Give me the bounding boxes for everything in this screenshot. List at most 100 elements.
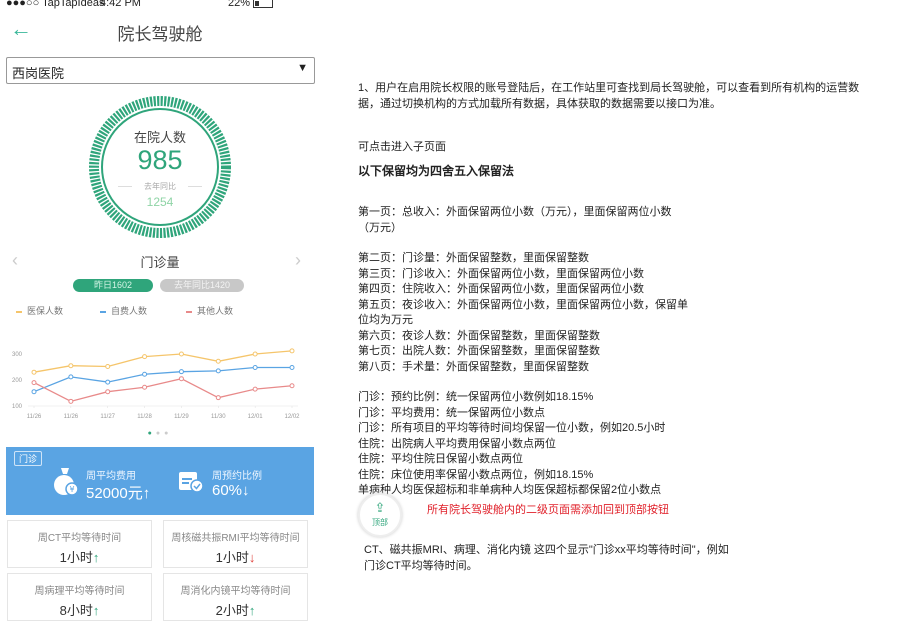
note-clickable: 可点击进入子页面 xyxy=(358,141,446,153)
note-line: 1、用户在启用院长权限的账号登陆后，在工作站里可查找到局长驾驶舱，可以查看到所有… xyxy=(358,82,860,94)
legend-item: 其他人数 xyxy=(186,304,233,317)
data-point xyxy=(215,395,221,401)
note-line: 住院：平均住院日保留小数点两位 xyxy=(358,453,523,465)
data-point xyxy=(252,365,258,371)
data-point xyxy=(105,379,111,385)
notes-pages: 第一页：总收入：外面保留两位小数（万元），里面保留两位小数 （万元） 第二页：门… xyxy=(358,205,688,499)
note-line: 第四页：住院收入：外面保留两位小数，里面保留两位小数 xyxy=(358,283,644,295)
reserve-ratio-label: 周预约比例 xyxy=(212,471,262,482)
data-point xyxy=(178,351,184,357)
note-line: 住院：出院病人平均费用保留小数点两位 xyxy=(358,437,556,450)
x-tick-label: 11/27 xyxy=(100,414,115,420)
data-point xyxy=(142,371,148,377)
data-point xyxy=(215,358,221,364)
note-line: 第三页：门诊收入：外面保留两位小数，里面保留两位小数 xyxy=(358,267,644,280)
mri-wait-box[interactable]: 周核磁共振RMI平均等待时间 1小时↓ xyxy=(163,520,308,568)
compare-value: 1254 xyxy=(146,195,174,209)
note-line: 门诊：所有项目的平均等待时间均保留一位小数，例如20.5小时 xyxy=(358,422,666,434)
x-tick-label: 11/26 xyxy=(27,414,42,420)
y-tick-label: 300 xyxy=(12,352,23,358)
money-bag-icon: ¥ xyxy=(54,468,78,496)
legend-item: 医保人数 xyxy=(16,304,63,317)
data-point xyxy=(289,383,295,389)
battery-icon xyxy=(253,0,274,8)
back-to-top-button[interactable]: ⇪ 顶部 xyxy=(358,493,402,537)
inpatient-value: 985 xyxy=(137,145,183,175)
x-tick-label: 11/30 xyxy=(211,414,226,420)
data-point xyxy=(105,389,111,395)
note-line: 单病种人均医保超标和非单病种人均医保超标都保留2位小数点 xyxy=(358,484,662,496)
red-note: 所有院长驾驶舱内的二级页面需添加回到顶部按钮 xyxy=(427,504,669,516)
data-point xyxy=(289,365,295,371)
note-line: 位均为万元 xyxy=(358,314,413,326)
pathology-wait-box[interactable]: 周病理平均等待时间 8小时↑ xyxy=(7,573,152,621)
note-line: 第七页：出院人数：外面保留整数，里面保留整数 xyxy=(358,345,600,357)
upload-icon: ⇪ xyxy=(374,500,386,515)
data-point xyxy=(105,363,111,369)
note-line: CT、磁共振MRI、病理、消化内镜 这四个显示"门诊xx平均等待时间"，例如 xyxy=(364,544,729,556)
inpatient-label: 在院人数 xyxy=(133,130,186,145)
note-line: 第八页：手术量：外面保留整数，里面保留整数 xyxy=(358,360,589,373)
data-point xyxy=(31,380,37,386)
nav-bar: ← 院长驾驶舱 xyxy=(0,14,320,46)
outpatient-stats-card[interactable]: 门诊 ¥ 周平均费用 52000元↑ 周预约比例 60%↓ xyxy=(6,447,314,515)
data-point xyxy=(252,351,258,357)
data-point xyxy=(178,376,184,382)
ct-wait-box[interactable]: 周CT平均等待时间 1小时↑ xyxy=(7,520,152,568)
data-point xyxy=(68,374,74,380)
clock: 4:42 PM xyxy=(100,0,141,9)
trend-down-icon: ↓ xyxy=(248,550,256,565)
x-tick-label: 11/28 xyxy=(137,414,152,420)
note-line: 门诊：预约比例：统一保留两位小数例如18.15% xyxy=(358,391,594,403)
note-rounding: 以下保留均为四舍五入保留法 xyxy=(358,164,515,178)
data-point xyxy=(178,369,184,375)
last-year-badge: 去年同比1420 xyxy=(160,279,244,292)
note-line: （万元） xyxy=(358,221,402,234)
x-tick-label: 12/02 xyxy=(284,414,300,420)
wait-label: 周核磁共振RMI平均等待时间 xyxy=(171,533,300,544)
x-tick-label: 11/26 xyxy=(64,414,79,420)
trend-up-icon: ↑ xyxy=(248,603,256,618)
trend-up-icon: ↑ xyxy=(92,550,100,565)
outpatient-title: 门诊量 xyxy=(140,255,180,270)
hospital-select[interactable]: 西岗医院 ▼ xyxy=(6,57,315,84)
compare-label: 去年同比 xyxy=(144,182,176,191)
wait-value: 8小时 xyxy=(59,603,93,618)
reserve-ratio-value: 60%↓ xyxy=(212,482,250,499)
endoscopy-wait-box[interactable]: 周消化内镜平均等待时间 2小时↑ xyxy=(163,573,308,621)
wait-label: 周CT平均等待时间 xyxy=(37,533,122,544)
data-point xyxy=(31,369,37,375)
dropdown-arrow-icon: ▼ xyxy=(297,62,308,74)
note-line: 门诊CT平均等待时间。 xyxy=(364,559,478,572)
outpatient-tag: 门诊 xyxy=(14,451,43,466)
note-line: 住院：床位使用率保留小数点两位，例如18.15% xyxy=(358,468,594,481)
page-indicator[interactable]: ●●● xyxy=(0,430,320,437)
wait-value: 1小时 xyxy=(215,550,249,565)
data-point xyxy=(31,389,37,395)
data-point xyxy=(142,384,148,390)
calendar-check-icon xyxy=(179,472,204,493)
hospital-select-value: 西岗医院 xyxy=(12,66,65,81)
wait-label: 周消化内镜平均等待时间 xyxy=(180,586,291,597)
page-title: 院长驾驶舱 xyxy=(117,25,203,44)
data-point xyxy=(68,363,74,369)
yesterday-badge: 昨日1602 xyxy=(73,279,153,292)
data-point xyxy=(142,354,148,360)
data-point xyxy=(215,368,221,374)
data-point xyxy=(68,398,74,404)
legend-item: 自费人数 xyxy=(100,304,147,317)
avg-cost-label: 周平均费用 xyxy=(86,471,136,482)
x-tick-label: 12/01 xyxy=(248,414,264,420)
notes-footer: CT、磁共振MRI、病理、消化内镜 这四个显示"门诊xx平均等待时间"，例如 门… xyxy=(364,543,729,574)
inpatient-summary[interactable]: 在院人数 985 去年同比 1254 xyxy=(88,95,232,239)
notes-intro: 1、用户在启用院长权限的账号登陆后，在工作站里可查找到局长驾驶舱，可以查看到所有… xyxy=(358,81,913,112)
data-point xyxy=(252,386,258,392)
back-to-top-label: 顶部 xyxy=(372,518,388,527)
outpatient-line-chart: 300 200 100 11/26 11/26 11/27 11/28 11/29 11/30 1… xyxy=(12,348,300,420)
trend-up-icon: ↑ xyxy=(92,603,100,618)
wait-label: 周病理平均等待时间 xyxy=(34,586,125,597)
note-line: 据，通过切换机构的方式加载所有数据，具体获取的数据需要以接口为准。 xyxy=(358,97,721,110)
x-tick-label: 11/29 xyxy=(174,414,189,420)
carrier: ●●●○○ TapTapIdeas xyxy=(6,0,105,9)
wait-value: 1小时 xyxy=(59,550,93,565)
